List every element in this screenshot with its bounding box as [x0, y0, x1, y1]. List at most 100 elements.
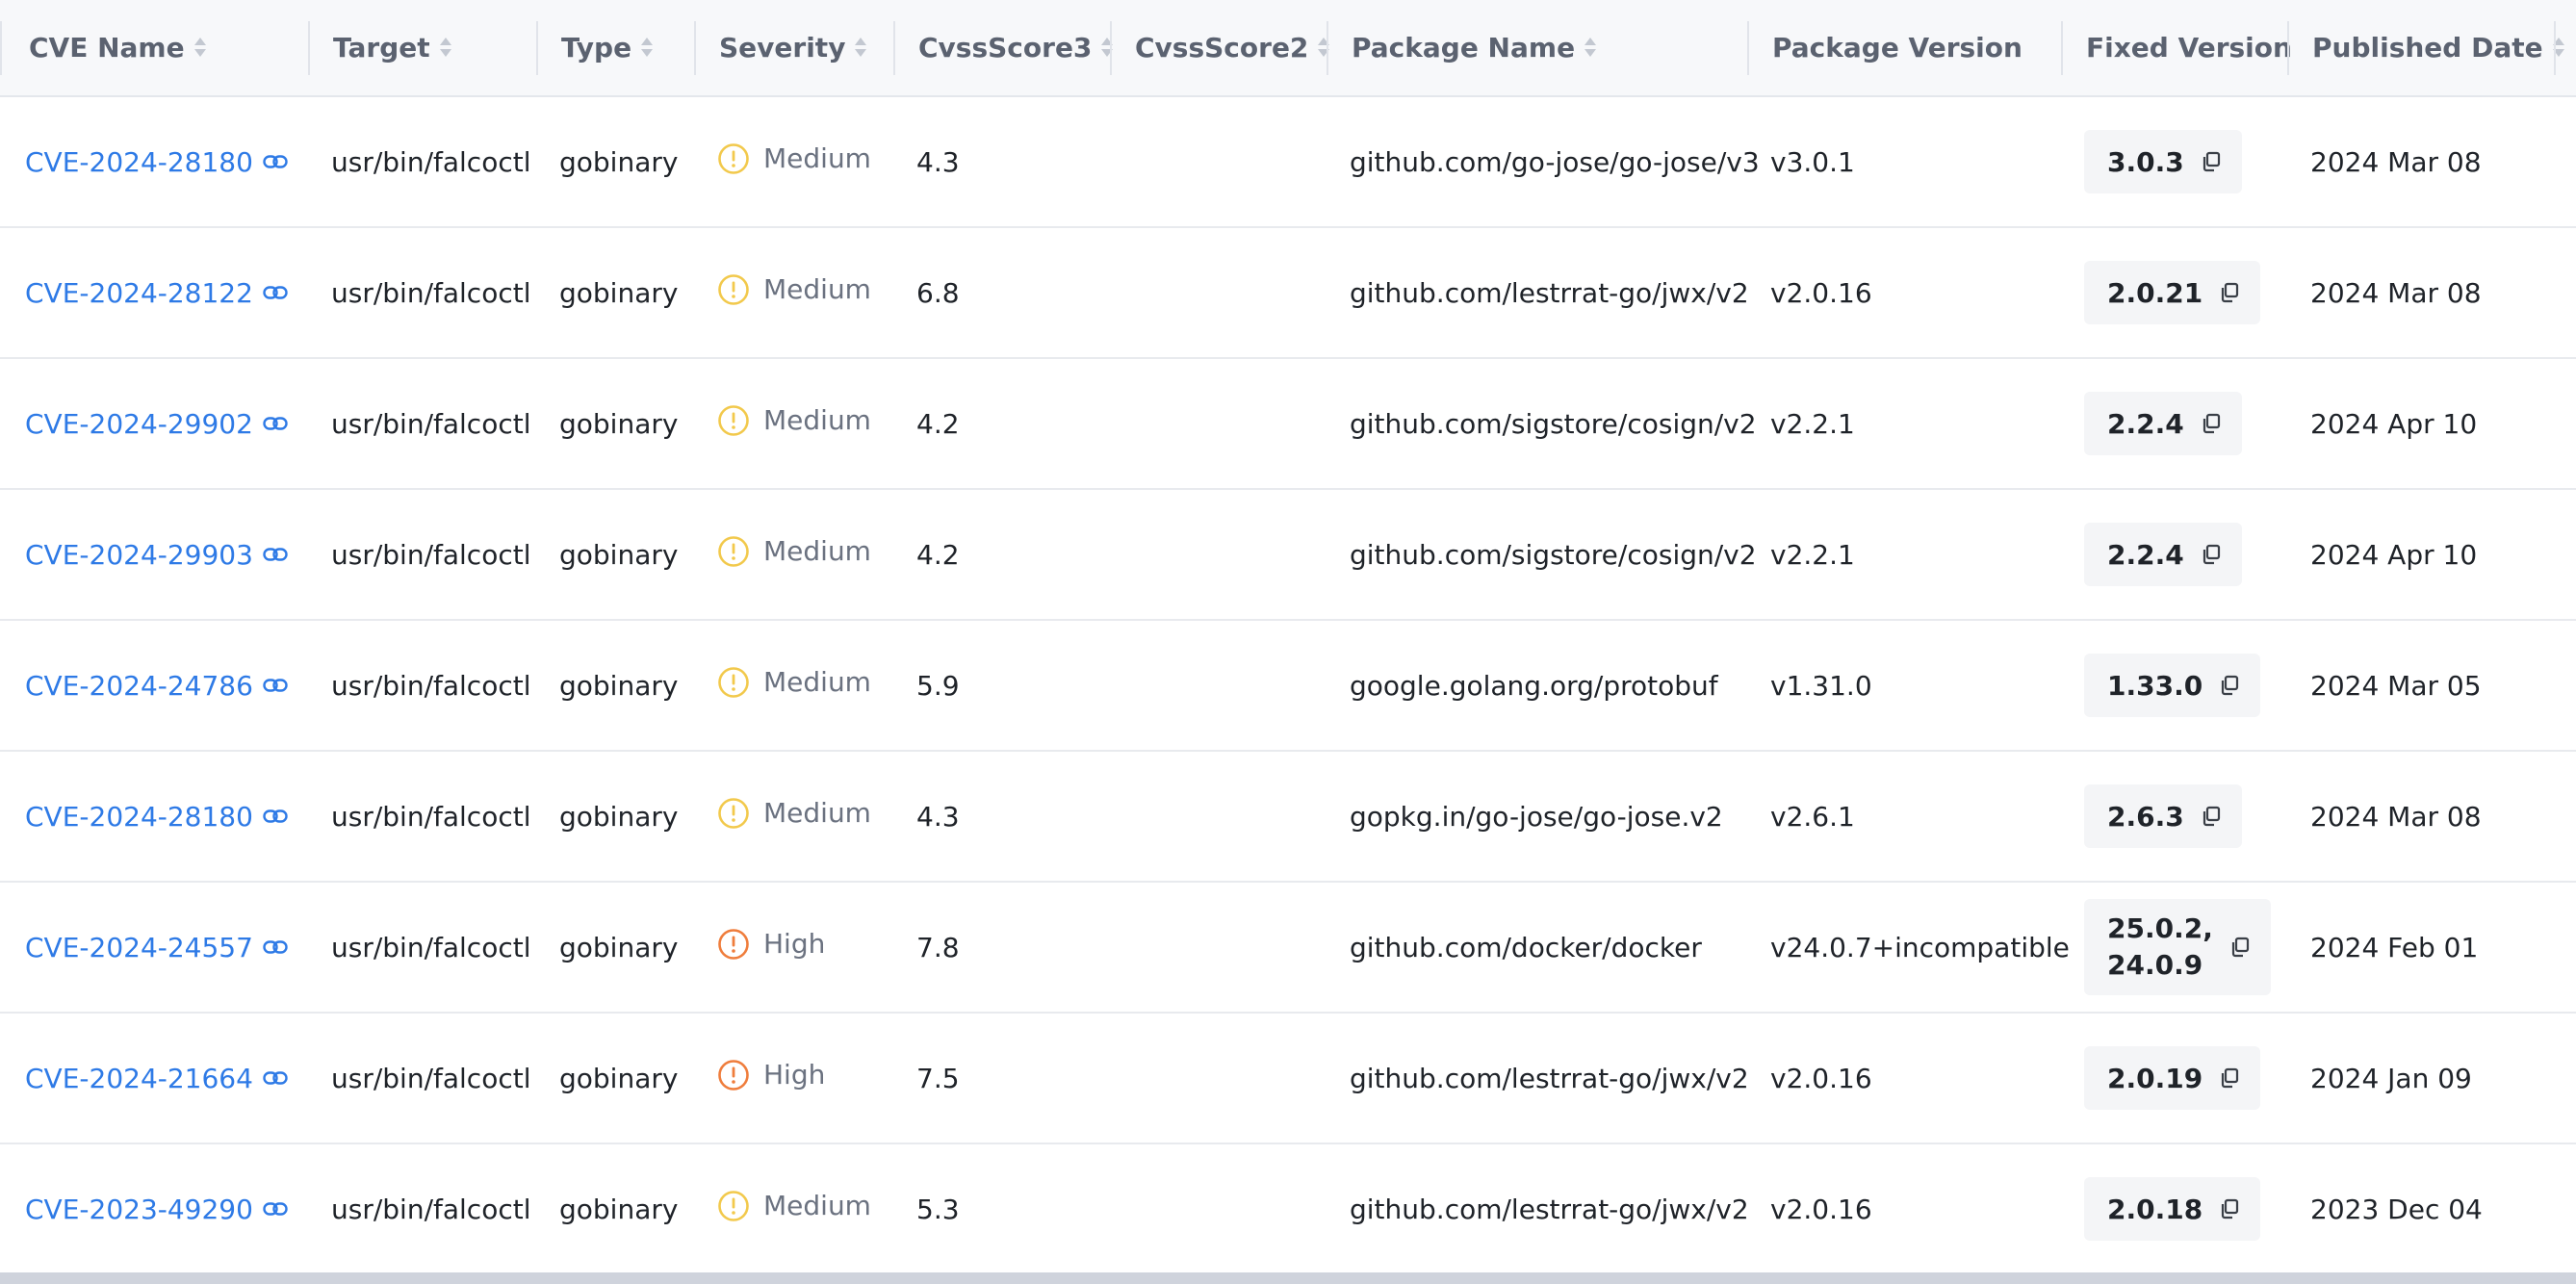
fixed-version-value: 2.2.4: [2107, 538, 2184, 571]
fixed-version-value: 2.0.18: [2107, 1193, 2203, 1225]
column-header-type[interactable]: Type: [536, 0, 694, 97]
column-separator: [2061, 21, 2063, 75]
severity-cell: Medium: [694, 96, 893, 228]
copy-icon[interactable]: [2230, 937, 2250, 958]
cve-id: CVE-2024-28180: [25, 145, 253, 178]
cve-link[interactable]: CVE-2024-28122: [25, 277, 288, 309]
package-version-cell: v2.2.1: [1747, 358, 2061, 490]
target-cell: usr/bin/falcoctl: [308, 1143, 536, 1275]
sort-icon[interactable]: [855, 36, 867, 59]
column-separator: [536, 21, 538, 75]
column-header-cve-name[interactable]: CVE Name: [0, 0, 308, 97]
fixed-version-cell: 2.2.4: [2061, 489, 2287, 621]
column-header-package-name[interactable]: Package Name: [1327, 0, 1747, 97]
link-icon: [263, 1202, 288, 1216]
copy-icon[interactable]: [2220, 1198, 2239, 1220]
cvss-score3-cell: 5.9: [893, 620, 1110, 752]
overflow-cell: [2554, 620, 2576, 752]
column-header-label: Package Version: [1772, 32, 2022, 64]
link-icon: [263, 679, 288, 692]
cve-link[interactable]: CVE-2023-49290: [25, 1194, 288, 1225]
column-header-published-date[interactable]: Published Date: [2287, 0, 2564, 97]
sort-icon[interactable]: [1584, 36, 1597, 59]
severity-label: Medium: [763, 404, 871, 436]
table-row: CVE-2024-29903 usr/bin/falcoctl gobinary…: [0, 489, 2576, 621]
severity-cell: Medium: [694, 358, 893, 490]
cve-link[interactable]: CVE-2024-28180: [25, 801, 288, 833]
column-header-severity[interactable]: Severity: [694, 0, 893, 97]
fixed-version-cell: 25.0.2, 24.0.9: [2061, 882, 2287, 1014]
column-header-label: Published Date: [2312, 32, 2543, 64]
fixed-version-value: 2.6.3: [2107, 800, 2184, 833]
column-header-fixed-version: Fixed Version: [2061, 0, 2292, 97]
package-version-cell: v24.0.7+incompatible: [1747, 882, 2070, 1014]
fixed-version-cell: 1.33.0: [2061, 620, 2287, 752]
target-cell: usr/bin/falcoctl: [308, 751, 536, 883]
target-cell: usr/bin/falcoctl: [308, 358, 536, 490]
warning-circle-icon: [718, 666, 749, 698]
cvss-score2-cell: [1110, 96, 1327, 228]
column-header-cvss-score2[interactable]: CvssScore2: [1110, 0, 1330, 97]
severity-indicator: High: [717, 1059, 825, 1091]
severity-label: Medium: [763, 797, 871, 829]
severity-cell: Medium: [694, 1143, 893, 1275]
severity-cell: Medium: [694, 227, 893, 359]
cve-link[interactable]: CVE-2024-24786: [25, 670, 288, 702]
copy-icon[interactable]: [2202, 151, 2221, 172]
published-date-cell: 2024 Mar 08: [2287, 751, 2554, 883]
cvss-score3-cell: 4.2: [893, 358, 1110, 490]
alert-circle-icon: [718, 1059, 749, 1091]
cve-link[interactable]: CVE-2024-29902: [25, 408, 288, 440]
column-header-cvss-score3[interactable]: CvssScore3: [893, 0, 1114, 97]
type-cell: gobinary: [536, 489, 694, 621]
severity-label: Medium: [763, 273, 871, 305]
copy-icon[interactable]: [2220, 675, 2239, 696]
copy-icon[interactable]: [2220, 282, 2239, 303]
cve-link[interactable]: CVE-2024-29903: [25, 539, 288, 571]
fixed-version-value: 2.0.21: [2107, 276, 2203, 309]
column-separator: [2554, 21, 2556, 75]
cvss-score2-cell: [1110, 1013, 1327, 1144]
severity-cell: Medium: [694, 620, 893, 752]
cve-link[interactable]: CVE-2024-24557: [25, 932, 288, 963]
severity-label: Medium: [763, 535, 871, 567]
sort-icon[interactable]: [439, 36, 451, 59]
fixed-version-chip: 2.0.21: [2084, 261, 2261, 324]
table-body: CVE-2024-28180 usr/bin/falcoctl gobinary…: [0, 96, 2576, 1275]
column-header-target[interactable]: Target: [308, 0, 536, 97]
cve-id: CVE-2024-29903: [25, 538, 253, 571]
severity-indicator: Medium: [717, 1190, 871, 1222]
cvss-score2-cell: [1110, 620, 1327, 752]
copy-icon[interactable]: [2220, 1067, 2239, 1089]
table-row: CVE-2024-28180 usr/bin/falcoctl gobinary…: [0, 96, 2576, 228]
cve-link[interactable]: CVE-2024-28180: [25, 146, 288, 178]
fixed-version-chip: 2.2.4: [2084, 523, 2242, 586]
fixed-version-cell: 2.0.21: [2061, 227, 2287, 359]
column-separator: [0, 21, 2, 75]
copy-icon[interactable]: [2202, 544, 2221, 565]
cve-id: CVE-2024-21664: [25, 1062, 253, 1094]
severity-label: High: [763, 928, 826, 960]
cvss-score3-cell: 7.8: [893, 882, 1110, 1014]
package-name-cell: github.com/go-jose/go-jose/v3: [1327, 96, 1760, 228]
column-header-label: Target: [333, 32, 430, 64]
fixed-version-value: 25.0.2, 24.0.9: [2107, 912, 2213, 981]
copy-icon[interactable]: [2202, 413, 2221, 434]
cve-name-cell: CVE-2024-29903: [0, 489, 308, 621]
target-cell: usr/bin/falcoctl: [308, 489, 536, 621]
package-name-cell: github.com/sigstore/cosign/v2: [1327, 489, 1757, 621]
column-header-overflow: [2554, 0, 2576, 97]
package-version-cell: v2.0.16: [1747, 1013, 2061, 1144]
column-header-label: Fixed Version: [2086, 32, 2292, 64]
sort-icon[interactable]: [193, 36, 206, 59]
fixed-version-chip: 3.0.3: [2084, 130, 2242, 193]
sort-icon[interactable]: [641, 36, 654, 59]
copy-icon[interactable]: [2202, 806, 2221, 827]
horizontal-scrollbar[interactable]: [0, 1272, 2576, 1284]
cvss-score3-cell: 7.5: [893, 1013, 1110, 1144]
package-name-cell: gopkg.in/go-jose/go-jose.v2: [1327, 751, 1747, 883]
severity-label: High: [763, 1059, 826, 1091]
target-cell: usr/bin/falcoctl: [308, 96, 536, 228]
cve-link[interactable]: CVE-2024-21664: [25, 1063, 288, 1094]
column-header-label: Type: [561, 32, 632, 64]
